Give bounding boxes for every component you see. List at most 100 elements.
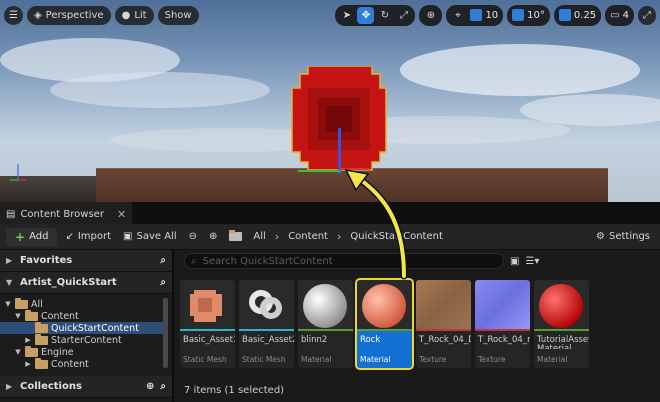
lit-sphere-icon: ●	[121, 9, 131, 21]
search-input[interactable]: ⌕ Search QuickStartContent	[184, 253, 504, 269]
add-button[interactable]: + Add	[6, 227, 58, 246]
camera-icon: ▭	[610, 9, 620, 21]
content-browser-tabbar: ▤ Content Browser ✕	[0, 202, 660, 224]
breadcrumb-quickstartcontent[interactable]: QuickStartContent	[347, 231, 445, 242]
asset-name: Basic_Asset1	[183, 335, 235, 345]
collections-header[interactable]: ▶ Collections ⊕ ⌕	[0, 376, 172, 398]
project-label: Artist_QuickStart	[20, 277, 117, 288]
tab-label: Content Browser	[20, 208, 104, 220]
import-label: Import	[77, 231, 112, 242]
collapse-arrow-icon[interactable]: ▼	[4, 300, 12, 308]
favorites-header[interactable]: ▶ Favorites ⌕	[0, 250, 172, 272]
search-icon[interactable]: ⌕	[160, 277, 166, 288]
asset-tile-t-rock-04-d[interactable]: T_Rock_04_D Texture	[416, 280, 471, 368]
material-sphere-icon	[303, 284, 347, 328]
breadcrumb-all[interactable]: All	[250, 231, 268, 242]
settings-button[interactable]: ⚙ Settings	[592, 228, 654, 246]
scale-snap-button[interactable]: 0.25	[557, 7, 598, 24]
expand-arrow-icon[interactable]: ▶	[24, 336, 32, 344]
tree-node-label: All	[31, 298, 43, 310]
tree-node-content[interactable]: ▼ Content	[0, 309, 166, 322]
folder-stack-icon: ▤	[6, 208, 16, 220]
back-button[interactable]: ⊖	[185, 228, 201, 246]
maximize-icon: ⤢	[643, 9, 651, 21]
select-tool-button[interactable]: ➤	[338, 7, 355, 24]
rotation-snap-button[interactable]: 10°	[510, 7, 547, 24]
collapse-arrow-icon[interactable]: ▼	[14, 348, 22, 356]
asset-tile-rock[interactable]: Rock Material	[355, 278, 414, 370]
expand-arrow-icon[interactable]: ▶	[24, 360, 32, 368]
asset-tile-basic-asset2[interactable]: Basic_Asset2 Static Mesh	[239, 280, 294, 368]
import-button[interactable]: ↙ Import	[61, 228, 115, 246]
item-count-status: 7 items (1 selected)	[184, 385, 285, 396]
search-icon[interactable]: ⌕	[160, 381, 166, 392]
angle-icon	[512, 9, 525, 21]
asset-thumbnail	[534, 280, 589, 329]
save-all-button[interactable]: ▣ Save All	[119, 228, 181, 246]
folder-icon	[229, 230, 243, 241]
favorites-label: Favorites	[20, 255, 73, 266]
asset-thumbnail	[180, 280, 235, 329]
asset-tile-t-rock-04-n[interactable]: T_Rock_04_n Texture	[475, 280, 530, 368]
tree-node-all[interactable]: ▼ All	[0, 297, 166, 310]
camera-speed-button[interactable]: ▭ 4	[608, 7, 631, 24]
gizmo-y-axis[interactable]	[298, 170, 340, 172]
level-viewport[interactable]: ☰ ◈ Perspective ● Lit Show ➤ ✥ ↻ ⤢ ⊕ ⌖ 1…	[0, 0, 660, 202]
surface-snap-icon: ⌖	[455, 9, 461, 21]
save-icon: ▣	[123, 231, 133, 242]
show-button[interactable]: Show	[157, 5, 199, 25]
filter-icon[interactable]: ☰▾	[525, 256, 539, 267]
folder-icon	[35, 333, 48, 345]
tree-scrollbar[interactable]	[163, 298, 168, 368]
tab-content-browser[interactable]: ▤ Content Browser ✕	[0, 202, 133, 224]
material-sphere-icon	[539, 284, 583, 328]
grid-icon	[470, 9, 483, 21]
chevron-right-icon[interactable]: ›	[335, 230, 343, 243]
browse-folder-button[interactable]	[225, 228, 246, 246]
tree-node-engine[interactable]: ▼ Engine	[0, 345, 166, 358]
lit-button[interactable]: ● Lit	[114, 5, 154, 25]
tree-node-quickstartcontent[interactable]: QuickStartContent	[0, 321, 166, 334]
asset-tile-tutorialasset-material[interactable]: TutorialAsset Material Material	[534, 280, 589, 368]
tree-node-label: QuickStartContent	[51, 322, 139, 334]
forward-arrow-icon: ⊕	[209, 231, 218, 242]
grid-snap-button[interactable]: 10	[468, 7, 500, 24]
chevron-right-icon[interactable]: ›	[273, 230, 281, 243]
asset-tile-blinn2[interactable]: blinn2 Material	[298, 280, 353, 368]
asset-thumbnail	[416, 280, 471, 329]
asset-name: Rock	[360, 335, 381, 345]
search-placeholder: Search QuickStartContent	[202, 255, 333, 267]
perspective-button[interactable]: ◈ Perspective	[26, 5, 111, 25]
asset-search-row: ⌕ Search QuickStartContent ▣ ☰▾	[176, 250, 660, 272]
asset-type: Texture	[478, 355, 506, 364]
asset-type: Static Mesh	[242, 355, 286, 364]
breadcrumb-content[interactable]: Content	[285, 231, 331, 242]
scale-tool-button[interactable]: ⤢	[395, 7, 412, 24]
tree-node-engine-content[interactable]: ▶ Content	[0, 357, 166, 370]
folder-icon	[25, 345, 38, 357]
translate-tool-button[interactable]: ✥	[357, 6, 375, 24]
project-header[interactable]: ▼ Artist_QuickStart ⌕	[0, 272, 172, 294]
camera-speed-group: ▭ 4	[605, 4, 634, 26]
surface-snap-button[interactable]: ⌖	[449, 7, 466, 24]
search-icon[interactable]: ⌕	[160, 255, 166, 266]
save-search-icon[interactable]: ▣	[510, 256, 519, 267]
collapse-arrow-icon[interactable]: ▼	[14, 312, 22, 320]
camera-speed-value: 4	[622, 9, 629, 21]
maximize-viewport-button[interactable]: ⤢	[638, 5, 656, 25]
viewport-options-button[interactable]: ☰	[4, 5, 23, 25]
close-icon[interactable]: ✕	[117, 208, 126, 221]
rotate-tool-button[interactable]: ↻	[376, 7, 393, 24]
asset-type: Material	[537, 355, 568, 364]
asset-thumbnail	[239, 280, 294, 329]
gizmo-x-axis[interactable]	[340, 168, 370, 170]
add-collection-icon[interactable]: ⊕	[146, 381, 154, 392]
folder-icon	[35, 357, 48, 369]
forward-button[interactable]: ⊕	[205, 228, 221, 246]
folder-icon	[15, 297, 28, 309]
asset-thumbnail	[357, 280, 412, 329]
asset-tile-basic-asset1[interactable]: Basic_Asset1 Static Mesh	[180, 280, 235, 368]
world-space-button[interactable]: ⊕	[422, 7, 439, 24]
tree-node-startercontent[interactable]: ▶ StarterContent	[0, 333, 166, 346]
add-label: Add	[29, 231, 49, 242]
